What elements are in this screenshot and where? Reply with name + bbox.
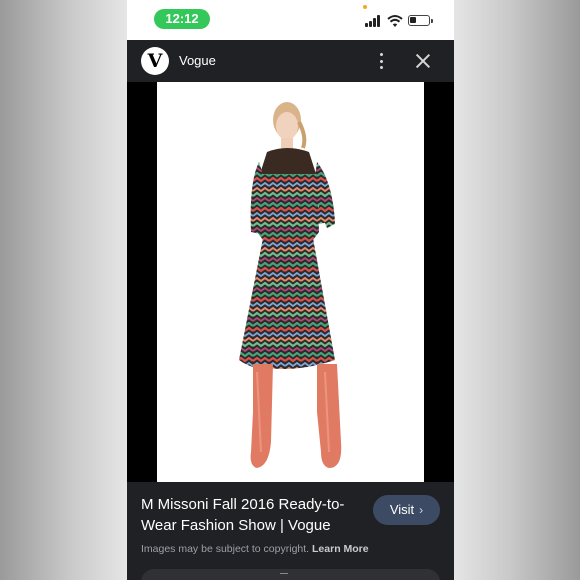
learn-more-link[interactable]: Learn More (312, 543, 369, 555)
visit-label: Visit (389, 502, 415, 517)
status-bar: 12:12 (127, 0, 454, 40)
close-icon[interactable] (413, 51, 433, 71)
privacy-indicator-dot (363, 5, 367, 9)
viewer-header: V Vogue (127, 40, 454, 82)
status-time: 12:12 (154, 9, 210, 29)
vogue-logo-icon[interactable]: V (141, 47, 169, 75)
image-title[interactable]: M Missoni Fall 2016 Ready-to-Wear Fashio… (141, 494, 361, 536)
wifi-icon (387, 15, 403, 27)
copyright-text: Images may be subject to copyright. (141, 543, 310, 555)
signal-icon (365, 15, 383, 27)
fashion-photo[interactable] (157, 82, 424, 482)
copyright-notice: Images may be subject to copyright. Lear… (141, 543, 369, 555)
image-viewer: V Vogue M Missoni Fall 2016 Ready-to-Wea… (127, 40, 454, 580)
more-vert-icon[interactable] (375, 50, 389, 72)
visit-button[interactable]: Visit › (373, 495, 440, 525)
share-icon (280, 573, 288, 580)
phone-screen: 12:12 V Vogue M Missoni Fall 2016 Ready-… (127, 0, 454, 580)
image-panel (127, 82, 454, 482)
fashion-photo-illustration (239, 102, 342, 468)
share-button[interactable] (141, 569, 440, 580)
source-name[interactable]: Vogue (179, 53, 216, 68)
background-left (0, 0, 128, 580)
background-right (452, 0, 580, 580)
battery-icon (408, 15, 433, 26)
chevron-right-icon: › (419, 503, 424, 517)
